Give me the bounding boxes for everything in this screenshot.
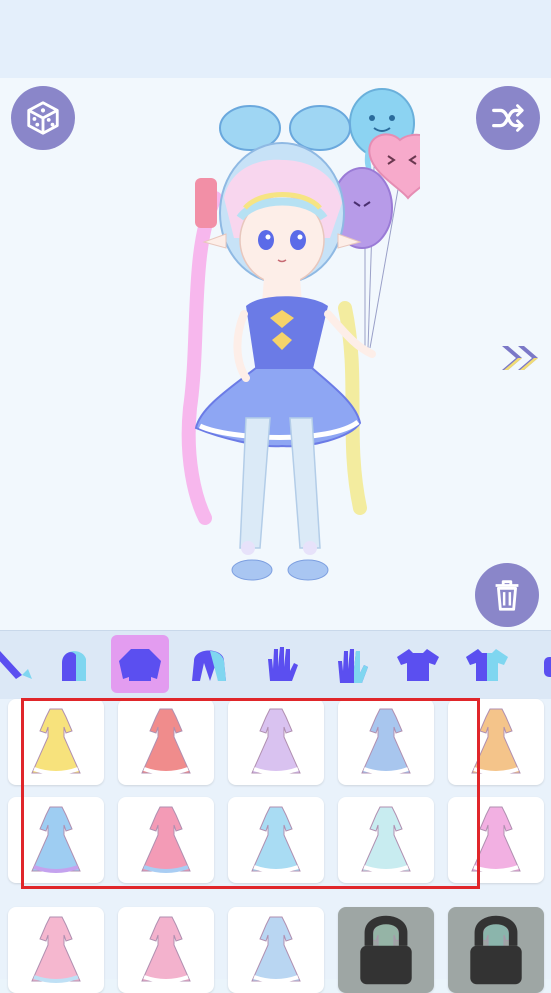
dice-icon <box>27 101 59 135</box>
outfit-item[interactable] <box>228 797 324 883</box>
lock-icon <box>360 915 412 985</box>
dress-icon <box>251 806 301 873</box>
dress-icon <box>471 708 521 775</box>
dress-icon <box>31 916 81 983</box>
outfit-item[interactable] <box>338 797 434 883</box>
tab-accessory[interactable] <box>0 635 44 693</box>
dress-icon <box>31 708 81 775</box>
outfit-item[interactable] <box>338 907 434 993</box>
tab-glove-alt[interactable] <box>322 635 380 693</box>
category-tab-bar <box>0 630 551 700</box>
outfit-item[interactable] <box>118 699 214 785</box>
dress-icon <box>141 916 191 983</box>
trash-icon <box>495 580 519 611</box>
dress-icon <box>251 916 301 983</box>
outfit-item[interactable] <box>448 907 544 993</box>
shuffle-icon <box>492 104 524 132</box>
lock-icon <box>470 915 522 985</box>
top-bar <box>0 0 551 78</box>
delete-button[interactable] <box>475 563 539 627</box>
outfit-item[interactable] <box>8 699 104 785</box>
sweater-icon <box>119 649 161 681</box>
dress-icon <box>31 806 81 873</box>
tab-more[interactable] <box>520 635 551 693</box>
outfit-item[interactable] <box>338 699 434 785</box>
outfit-item[interactable] <box>118 907 214 993</box>
tab-top[interactable] <box>111 635 169 693</box>
dress-icon <box>361 806 411 873</box>
double-chevron-right-icon[interactable] <box>498 340 544 376</box>
dress-icon <box>141 708 191 775</box>
chibi-character-illustration <box>181 88 420 581</box>
tab-shirt-alt[interactable] <box>458 635 516 693</box>
random-dice-button[interactable] <box>11 86 75 150</box>
shuffle-button[interactable] <box>476 86 540 150</box>
tab-hair-back[interactable] <box>46 635 104 693</box>
outfit-grid <box>0 699 551 993</box>
outfit-item[interactable] <box>448 797 544 883</box>
hair-back-icon <box>62 651 86 681</box>
outfit-item[interactable] <box>8 907 104 993</box>
partial-icon <box>544 657 551 677</box>
shirt-alt-icon <box>466 649 508 681</box>
glove-alt-icon <box>338 649 368 683</box>
tab-gloves[interactable] <box>252 635 310 693</box>
outfit-item[interactable] <box>228 907 324 993</box>
dress-icon <box>471 806 521 873</box>
partial-icon <box>0 651 32 679</box>
hair-front-icon <box>192 650 226 681</box>
outfit-item[interactable] <box>228 699 324 785</box>
dress-icon <box>361 708 411 775</box>
tshirt-icon <box>397 649 439 681</box>
dress-icon <box>251 708 301 775</box>
outfit-item[interactable] <box>448 699 544 785</box>
dress-icon <box>141 806 191 873</box>
glove-icon <box>268 647 298 681</box>
outfit-item[interactable] <box>8 797 104 883</box>
tab-hair-front[interactable] <box>180 635 238 693</box>
tab-tshirt[interactable] <box>389 635 447 693</box>
outfit-item[interactable] <box>118 797 214 883</box>
